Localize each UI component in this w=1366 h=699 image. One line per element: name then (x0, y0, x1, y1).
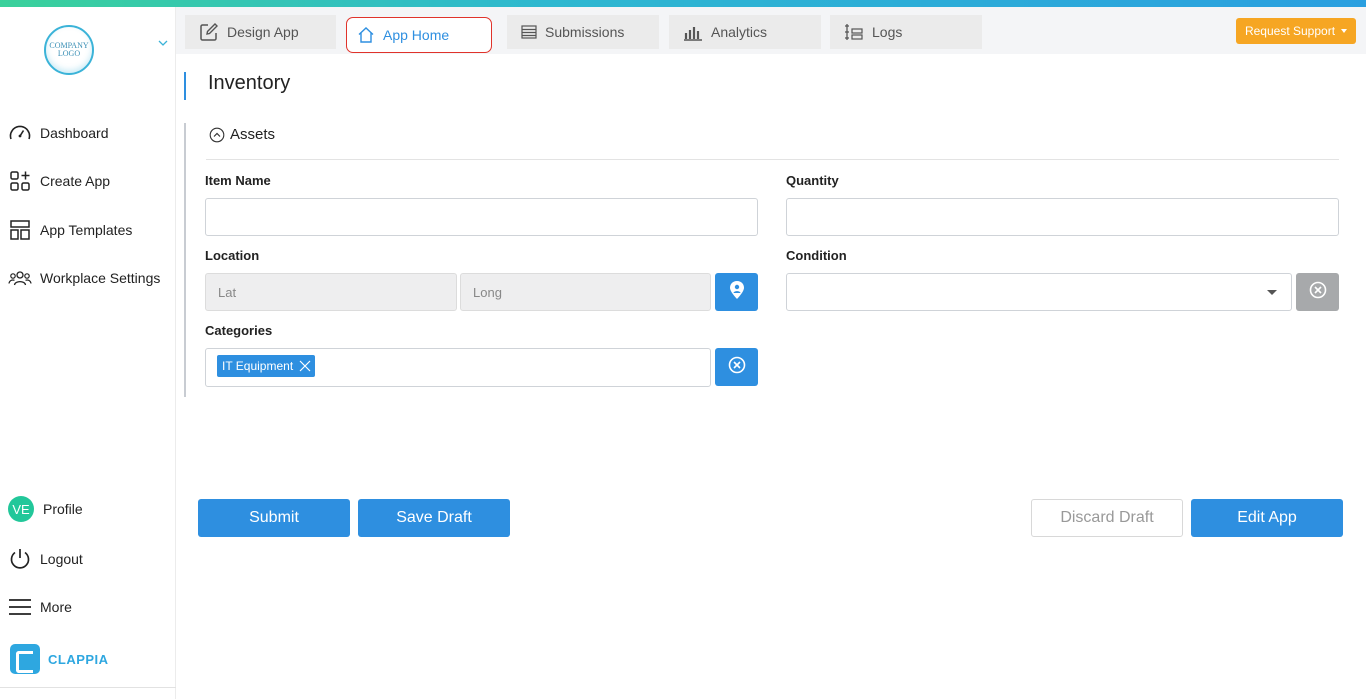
sidebar: COMPANY LOGO Dashboard Create App App Te… (0, 7, 176, 699)
save-draft-button[interactable]: Save Draft (358, 499, 510, 537)
hamburger-icon (8, 595, 32, 619)
chip-label: IT Equipment (222, 359, 294, 373)
sidebar-item-profile[interactable]: VE Profile (8, 496, 83, 522)
submit-button[interactable]: Submit (198, 499, 350, 537)
bar-chart-icon (683, 23, 703, 41)
clear-condition-button[interactable] (1296, 273, 1339, 311)
close-icon[interactable] (299, 360, 311, 372)
tab-design-app[interactable]: Design App (185, 15, 336, 49)
section-title: Assets (230, 126, 276, 143)
tab-app-home[interactable]: App Home (346, 17, 492, 53)
location-pin-icon (728, 280, 746, 305)
top-accent-bar (0, 0, 1366, 7)
sidebar-item-label: Profile (43, 501, 83, 517)
sidebar-item-more[interactable]: More (8, 595, 72, 619)
request-support-label: Request Support (1244, 24, 1336, 38)
clappia-brand[interactable]: CLAPPIA (10, 644, 109, 674)
sidebar-item-label: Create App (40, 173, 111, 189)
logs-icon (844, 23, 864, 41)
list-icon (521, 25, 537, 39)
brand-name: CLAPPIA (48, 651, 109, 667)
categories-label: Categories (205, 323, 273, 338)
quantity-label: Quantity (786, 173, 839, 188)
home-icon (357, 26, 375, 44)
chevron-up-circle-icon (209, 127, 225, 143)
category-chip: IT Equipment (217, 355, 316, 377)
layout-template-icon (8, 218, 32, 242)
speedometer-icon (8, 121, 32, 145)
section-header-assets[interactable]: Assets (209, 126, 275, 143)
sidebar-item-dashboard[interactable]: Dashboard (8, 121, 109, 145)
lat-input[interactable]: Lat (205, 273, 457, 311)
item-name-input[interactable] (205, 198, 758, 236)
avatar: VE (8, 496, 34, 522)
tab-label: Design App (227, 24, 299, 40)
item-name-label: Item Name (205, 173, 271, 188)
company-logo-text: COMPANY LOGO (49, 41, 89, 58)
edit-icon (199, 22, 219, 42)
tab-submissions[interactable]: Submissions (507, 15, 659, 49)
sidebar-item-label: Dashboard (40, 125, 109, 141)
condition-select[interactable] (786, 273, 1292, 311)
condition-label: Condition (786, 248, 847, 263)
discard-draft-button[interactable]: Discard Draft (1031, 499, 1183, 537)
request-support-button[interactable]: Request Support (1236, 18, 1356, 44)
sidebar-item-label: Logout (40, 551, 83, 567)
tab-label: Logs (872, 24, 903, 40)
quantity-input[interactable] (786, 198, 1339, 236)
sidebar-item-logout[interactable]: Logout (8, 547, 83, 571)
title-accent (184, 72, 186, 100)
sidebar-item-create-app[interactable]: Create App (8, 169, 110, 193)
sidebar-item-workplace-settings[interactable]: Workplace Settings (8, 266, 160, 290)
page-title: Inventory (208, 72, 291, 94)
clear-categories-button[interactable] (715, 348, 758, 386)
sidebar-item-app-templates[interactable]: App Templates (8, 218, 132, 242)
edit-app-button[interactable]: Edit App (1191, 499, 1343, 537)
users-icon (8, 266, 32, 290)
location-label: Location (205, 248, 260, 263)
tab-label: Submissions (545, 24, 625, 40)
caret-down-icon (1341, 29, 1348, 33)
sidebar-item-label: App Templates (40, 222, 133, 238)
tab-logs[interactable]: Logs (830, 15, 982, 49)
tab-analytics[interactable]: Analytics (669, 15, 821, 49)
clappia-logo-icon (10, 644, 40, 674)
section-accent (184, 123, 186, 397)
section-divider (206, 159, 1339, 160)
tab-label: App Home (383, 27, 450, 43)
grid-plus-icon (8, 169, 32, 193)
chevron-down-icon[interactable] (158, 34, 168, 52)
sidebar-item-label: Workplace Settings (40, 270, 161, 286)
long-input[interactable]: Long (460, 273, 711, 311)
power-icon (8, 547, 32, 571)
caret-down-icon (1267, 290, 1277, 295)
sidebar-item-label: More (40, 599, 72, 615)
get-location-button[interactable] (715, 273, 758, 311)
tab-label: Analytics (711, 24, 768, 40)
close-circle-icon (1309, 281, 1327, 304)
sidebar-divider (0, 687, 176, 688)
company-logo[interactable]: COMPANY LOGO (44, 25, 94, 75)
close-circle-icon (728, 356, 746, 379)
